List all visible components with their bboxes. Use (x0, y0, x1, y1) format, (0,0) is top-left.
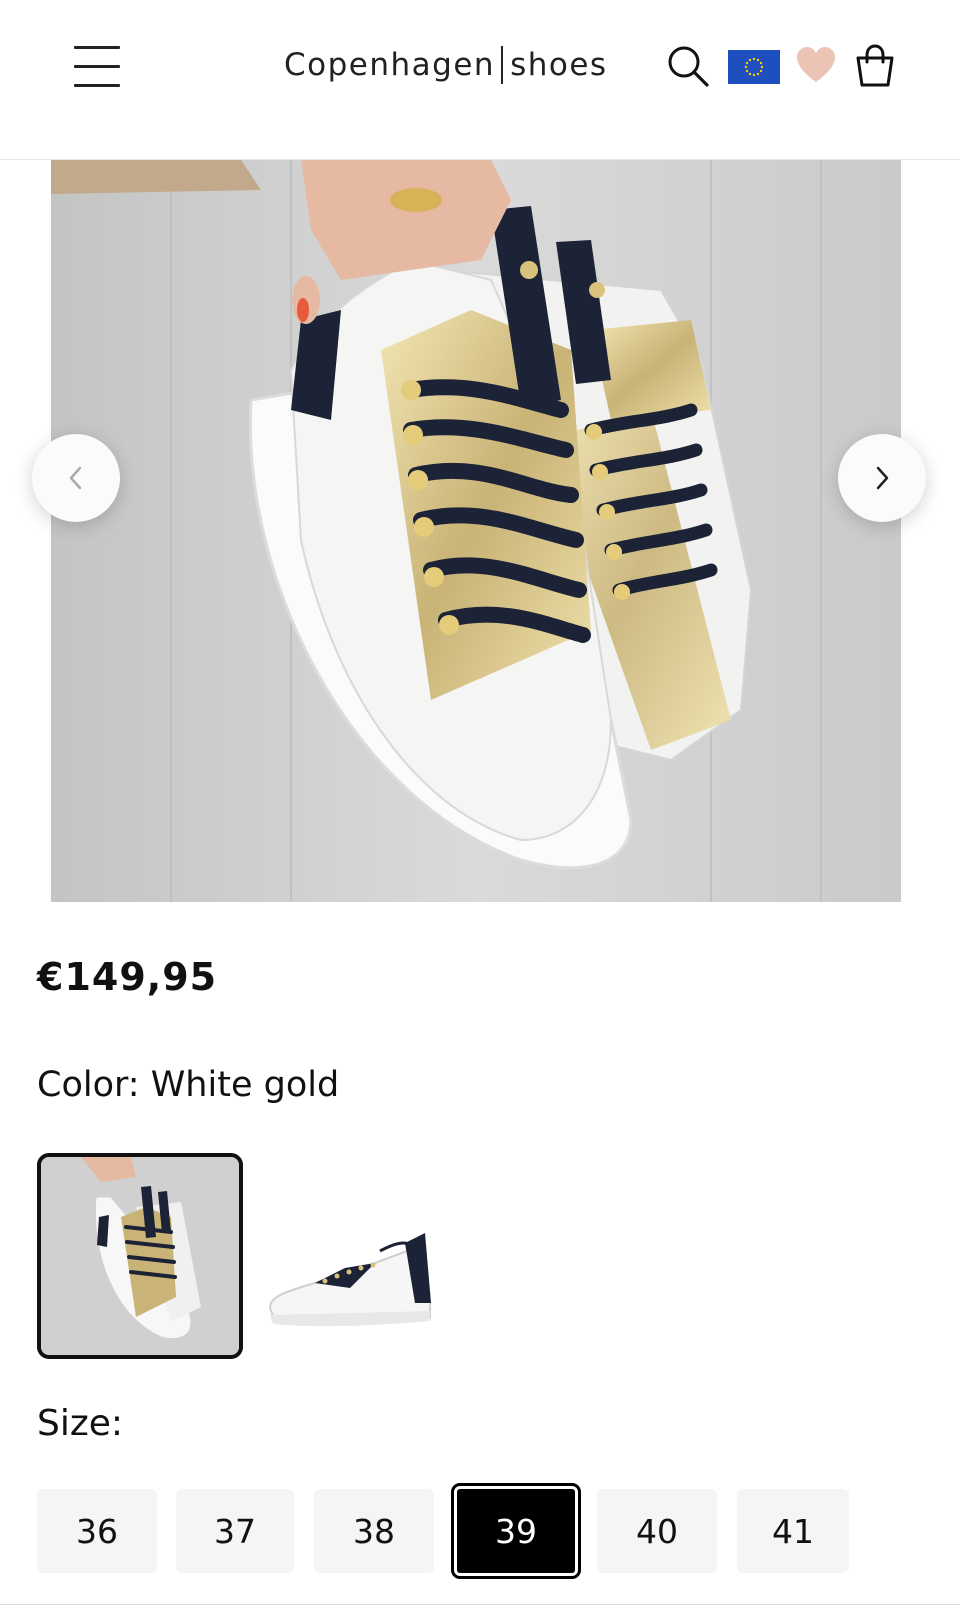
site-header: Copenhagen shoes (0, 0, 960, 160)
carousel-prev-button[interactable] (32, 434, 120, 522)
carousel-next-button[interactable] (838, 434, 926, 522)
size-option-selected[interactable]: 39 (451, 1483, 581, 1579)
product-price: €149,95 (37, 955, 218, 999)
swatch-thumbnail-product (255, 1153, 461, 1359)
size-option[interactable]: 41 (737, 1489, 849, 1573)
heart-icon[interactable] (796, 46, 836, 84)
swatch-thumbnail-lifestyle (41, 1157, 239, 1355)
size-option[interactable]: 38 (314, 1489, 434, 1573)
divider (0, 1604, 960, 1605)
logo-text-left: Copenhagen (284, 47, 496, 83)
eu-flag-icon[interactable] (728, 50, 780, 84)
size-label: Size: (37, 1403, 124, 1444)
chevron-left-icon (69, 466, 82, 490)
color-selection-label: Color: White gold (37, 1065, 339, 1105)
logo-divider (501, 46, 504, 84)
color-swatch-white-gold[interactable] (37, 1153, 243, 1359)
logo-text-right: shoes (510, 47, 608, 83)
hamburger-menu-icon[interactable] (72, 44, 122, 88)
color-swatch-white-navy[interactable] (255, 1153, 461, 1359)
search-icon[interactable] (666, 44, 710, 88)
site-logo[interactable]: Copenhagen shoes (284, 44, 608, 86)
shopping-bag-icon[interactable] (854, 44, 896, 88)
chevron-right-icon (876, 466, 889, 490)
size-option[interactable]: 40 (597, 1489, 717, 1573)
sneaker-photo (51, 160, 901, 902)
product-image (51, 160, 901, 902)
size-option[interactable]: 36 (37, 1489, 157, 1573)
size-option[interactable]: 37 (176, 1489, 294, 1573)
color-value: White gold (150, 1065, 340, 1105)
product-image-carousel (0, 160, 960, 902)
color-label: Color: (37, 1065, 140, 1105)
